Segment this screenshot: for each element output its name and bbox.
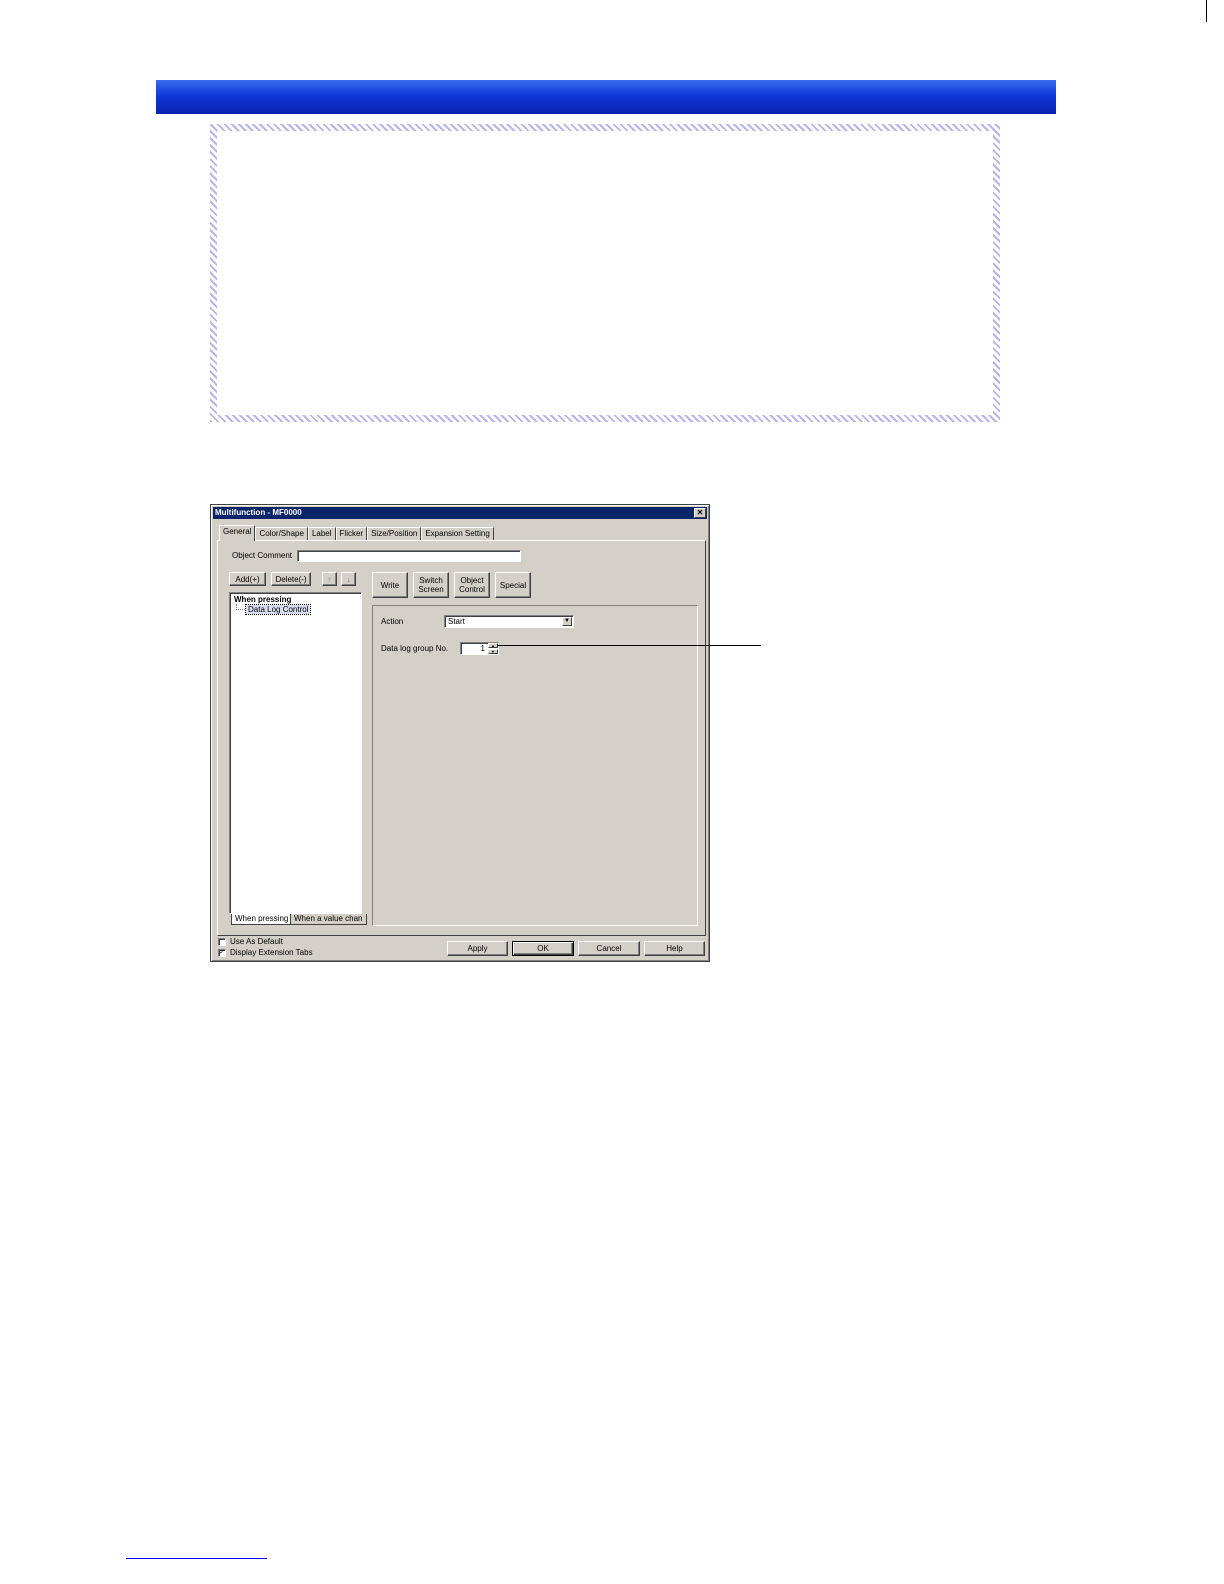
tree-root-when-pressing[interactable]: When pressing bbox=[234, 595, 291, 604]
delete-button[interactable]: Delete(-) bbox=[271, 572, 311, 586]
action-tree[interactable]: When pressing Data Log Control bbox=[229, 592, 362, 914]
tab-general[interactable]: General bbox=[219, 525, 256, 541]
section-header-bar bbox=[156, 80, 1056, 114]
switch-screen-label-1: Switch bbox=[419, 576, 443, 585]
cancel-button[interactable]: Cancel bbox=[578, 941, 640, 956]
data-log-group-label: Data log group No. bbox=[381, 644, 449, 653]
dialog-title-bar: Multifunction - MF0000 ✕ bbox=[213, 507, 707, 519]
use-as-default-checkbox[interactable] bbox=[218, 938, 226, 946]
dialog-tabs: General Color/Shape Label Flicker Size/P… bbox=[219, 525, 494, 541]
tab-label[interactable]: Label bbox=[307, 527, 336, 541]
footer-link-underline bbox=[126, 1558, 267, 1559]
tab-color-shape[interactable]: Color/Shape bbox=[255, 527, 308, 541]
switch-screen-button[interactable]: Switch Screen bbox=[413, 572, 449, 598]
tree-item-data-log-control[interactable]: Data Log Control bbox=[244, 604, 312, 615]
stepper-down-icon[interactable]: ▼ bbox=[488, 649, 498, 654]
action-label: Action bbox=[381, 617, 404, 626]
note-box bbox=[210, 124, 1000, 422]
tab-when-value-changes[interactable]: When a value chan bbox=[290, 914, 367, 925]
data-log-group-value: 1 bbox=[480, 644, 485, 653]
switch-screen-label-2: Screen bbox=[418, 585, 444, 594]
trigger-tabs: When pressing When a value chan bbox=[229, 914, 367, 925]
object-control-button[interactable]: Object Control bbox=[454, 572, 490, 598]
action-selected-value: Start bbox=[448, 617, 465, 626]
help-button[interactable]: Help bbox=[644, 941, 705, 956]
move-down-icon[interactable]: ↓ bbox=[341, 572, 356, 586]
use-as-default-label: Use As Default bbox=[230, 937, 283, 946]
tab-size-position[interactable]: Size/Position bbox=[367, 527, 422, 541]
close-icon[interactable]: ✕ bbox=[694, 508, 706, 518]
top-margin-rule bbox=[1206, 0, 1207, 22]
object-control-label-1: Object bbox=[460, 576, 484, 585]
chevron-down-icon[interactable]: ▼ bbox=[562, 617, 572, 626]
special-button[interactable]: Special bbox=[495, 572, 531, 598]
object-comment-label: Object Comment bbox=[232, 551, 293, 560]
ok-button[interactable]: OK bbox=[512, 941, 574, 956]
move-up-icon[interactable]: ↑ bbox=[322, 572, 337, 586]
multifunction-dialog: Multifunction - MF0000 ✕ General Color/S… bbox=[210, 504, 710, 962]
tab-flicker[interactable]: Flicker bbox=[335, 527, 368, 541]
display-extension-tabs-checkbox[interactable]: ✓ bbox=[218, 949, 226, 957]
tab-expansion-setting[interactable]: Expansion Setting bbox=[421, 527, 494, 541]
tab-when-pressing[interactable]: When pressing bbox=[231, 914, 293, 925]
display-extension-tabs-label: Display Extension Tabs bbox=[230, 948, 313, 957]
object-comment-input[interactable] bbox=[297, 550, 521, 562]
dialog-title: Multifunction - MF0000 bbox=[215, 508, 302, 517]
data-log-group-stepper[interactable]: 1 ▲ ▼ bbox=[460, 642, 499, 655]
add-button[interactable]: Add(+) bbox=[229, 572, 266, 586]
callout-line bbox=[497, 645, 761, 646]
object-control-label-2: Control bbox=[459, 585, 485, 594]
write-button[interactable]: Write bbox=[372, 572, 408, 598]
tree-branch-line bbox=[236, 604, 245, 610]
apply-button[interactable]: Apply bbox=[447, 941, 508, 956]
action-select[interactable]: Start ▼ bbox=[444, 615, 574, 628]
